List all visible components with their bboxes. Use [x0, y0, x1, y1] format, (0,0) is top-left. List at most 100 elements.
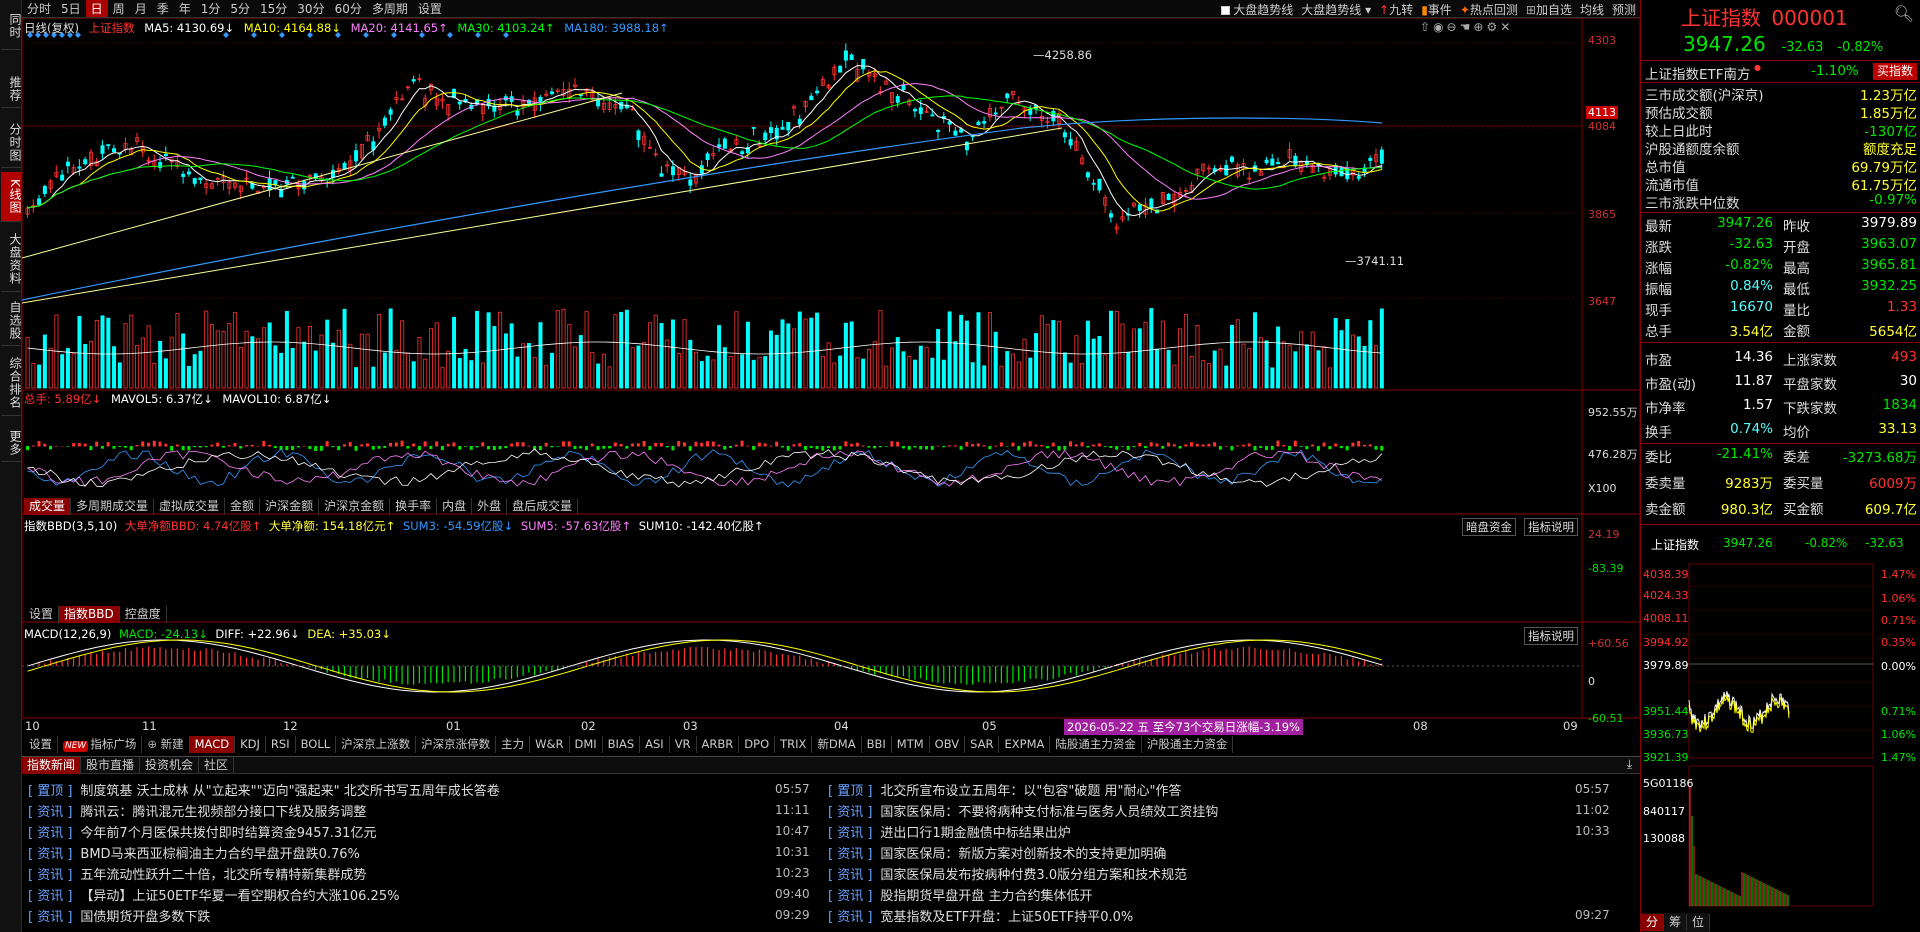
period-3[interactable]: 周 [108, 0, 130, 17]
ind-tab-11[interactable]: DMI [570, 736, 603, 753]
vol-tab-5[interactable]: 沪深京金额 [319, 498, 391, 515]
ind-tab-2[interactable]: ⊕ 新建 [142, 736, 190, 753]
period-4[interactable]: 月 [130, 0, 152, 17]
ind-tab-8[interactable]: 沪深京涨停数 [416, 736, 497, 753]
period-9[interactable]: 15分 [255, 0, 292, 17]
ind-tab-1[interactable]: NEW 指标广场 [58, 736, 143, 753]
up-icon[interactable]: ⇧ [1420, 20, 1433, 34]
news-tab-1[interactable]: 股市直播 [81, 757, 141, 774]
settings-icon[interactable]: ⚙ [1486, 20, 1500, 34]
ind-tab-25[interactable]: 沪股通主力资金 [1142, 736, 1234, 753]
ind-tab-21[interactable]: OBV [930, 736, 966, 753]
news-right-item[interactable]: [ 资讯 ] 股指期货早盘开盘 主力合约集体低开 [828, 884, 1093, 905]
news-left-item[interactable]: [ 资讯 ] 腾讯云：腾讯混元生视频部分接口下线及服务调整 [28, 800, 366, 821]
ma-button[interactable]: 均线 [1580, 1, 1604, 18]
news-right-item[interactable]: [ 资讯 ] 国家医保局发布按病种付费3.0版分组方案和技术规范 [828, 863, 1187, 884]
news-right-item[interactable]: [ 置顶 ] 北交所宣布设立五周年：以"包容"破题 用"耐心"作答 [828, 779, 1181, 800]
vol-tab-1[interactable]: 多周期成交量 [71, 498, 155, 515]
chart-tools[interactable]: ⇧◉⊖☚⊕⚙✕ [1420, 20, 1513, 34]
period-0[interactable]: 分时 [22, 0, 56, 17]
jiuzhuan-button[interactable]: ↑九转 [1379, 1, 1413, 18]
period-7[interactable]: 1分 [196, 0, 226, 17]
news-left-item[interactable]: [ 资讯 ] 国债期货开盘多数下跌 [28, 905, 210, 926]
settings-button[interactable]: 设置 [413, 0, 447, 17]
news-left-item[interactable]: [ 资讯 ] BMD马来西亚棕榈油主力合约早盘开盘跌0.76% [28, 842, 360, 863]
ind-tab-16[interactable]: DPO [739, 736, 776, 753]
left-tab-4[interactable]: 大盘资料 [1, 226, 22, 292]
vol-tab-9[interactable]: 盘后成交量 [507, 498, 579, 515]
left-tab-6[interactable]: 综合排名 [1, 350, 22, 416]
news-tab-0[interactable]: 指数新闻 [22, 757, 82, 774]
ind-tab-7[interactable]: 沪深京上涨数 [336, 736, 417, 753]
news-right-item[interactable]: [ 资讯 ] 国家医保局：不要将病种支付标准与医务人员绩效工资挂钩 [828, 800, 1218, 821]
bbd-tab-0[interactable]: 设置 [24, 606, 60, 623]
mini-tab-2[interactable]: 位 [1687, 914, 1711, 931]
zoom-icon[interactable]: ⊖ [1447, 20, 1460, 34]
event-button[interactable]: ▮事件 [1421, 1, 1452, 18]
ind-tab-20[interactable]: MTM [892, 736, 930, 753]
ind-tab-19[interactable]: BBI [862, 736, 892, 753]
vol-tab-2[interactable]: 虚拟成交量 [154, 498, 226, 515]
ind-tab-12[interactable]: BIAS [603, 736, 641, 753]
news-left-item[interactable]: [ 资讯 ] 今年前7个月医保共拨付即时结算资金9457.31亿元 [28, 821, 376, 842]
period-11[interactable]: 60分 [330, 0, 367, 17]
vol-tab-0[interactable]: 成交量 [24, 498, 72, 515]
left-tab-3[interactable]: K线图 [1, 172, 22, 222]
etf-row[interactable]: 上证指数ETF南方 ● -1.10% 买指数 [1641, 63, 1920, 83]
left-tab-5[interactable]: 自选股 [1, 296, 22, 346]
news-left-item[interactable]: [ 资讯 ] 【异动】上证50ETF华夏一看空期权合约大涨106.25% [28, 884, 399, 905]
period-6[interactable]: 年 [174, 0, 196, 17]
bbd-help-button[interactable]: 指标说明 [1524, 518, 1578, 536]
news-tab-3[interactable]: 社区 [199, 757, 235, 774]
macd-help-button[interactable]: 指标说明 [1524, 627, 1578, 645]
bbd-tab-1[interactable]: 指数BBD [59, 606, 120, 623]
left-tab-2[interactable]: 分时图 [1, 118, 22, 168]
ind-tab-15[interactable]: ARBR [697, 736, 740, 753]
period-1[interactable]: 5日 [56, 0, 86, 17]
ind-tab-17[interactable]: TRIX [775, 736, 813, 753]
hand-icon[interactable]: ☚ [1460, 20, 1474, 34]
dark-fund-button[interactable]: 暗盘资金 [1462, 518, 1516, 536]
download-icon[interactable]: ⤓ [1627, 757, 1632, 772]
backtest-button[interactable]: ✦热点回测 [1460, 1, 1518, 18]
bbd-tab-2[interactable]: 控盘度 [120, 606, 167, 623]
vol-tab-7[interactable]: 内盘 [437, 498, 473, 515]
forecast-button[interactable]: 预测 [1612, 1, 1636, 18]
ind-tab-13[interactable]: ASI [640, 736, 670, 753]
vol-tab-6[interactable]: 换手率 [390, 498, 438, 515]
news-tab-2[interactable]: 投资机会 [140, 757, 200, 774]
news-right-item[interactable]: [ 资讯 ] 进出口行1期金融债中标结果出炉 [828, 821, 1071, 842]
period-8[interactable]: 5分 [225, 0, 255, 17]
zoomin-icon[interactable]: ⊕ [1473, 20, 1486, 34]
ind-tab-24[interactable]: 陆股通主力资金 [1050, 736, 1142, 753]
period-2[interactable]: 日 [85, 0, 108, 17]
close-icon[interactable]: ✕ [1500, 20, 1513, 34]
search-icon[interactable]: 🔍︎ [1894, 4, 1914, 23]
mini-tab-0[interactable]: 分 [1641, 914, 1665, 931]
ind-tab-6[interactable]: BOLL [296, 736, 337, 753]
ind-tab-14[interactable]: VR [670, 736, 697, 753]
period-12[interactable]: 多周期 [367, 0, 413, 17]
add-favorite-button[interactable]: ⊞加自选 [1526, 1, 1572, 18]
kline-chart[interactable] [22, 18, 1640, 756]
trendline-checkbox[interactable]: 大盘趋势线 [1221, 1, 1293, 18]
vol-tab-8[interactable]: 外盘 [472, 498, 508, 515]
buy-index-button[interactable]: 买指数 [1872, 63, 1917, 80]
left-tab-0[interactable]: 同时 [1, 2, 22, 50]
news-right-item[interactable]: [ 资讯 ] 国家医保局：新版方案对创新技术的支持更加明确 [828, 842, 1166, 863]
left-tab-7[interactable]: 更多 [1, 424, 22, 462]
news-left-item[interactable]: [ 置顶 ] 制度筑基 沃土成林 从"立起来""迈向"强起来" 北交所书写五周年成… [28, 779, 500, 800]
eye-icon[interactable]: ◉ [1433, 20, 1446, 34]
ind-tab-23[interactable]: EXPMA [999, 736, 1051, 753]
ind-tab-0[interactable]: 设置 [24, 736, 58, 753]
news-right-item[interactable]: [ 资讯 ] 宽基指数及ETF开盘：上证50ETF持平0.0% [828, 905, 1133, 926]
vol-tab-3[interactable]: 金额 [225, 498, 261, 515]
period-10[interactable]: 30分 [292, 0, 329, 17]
ind-tab-4[interactable]: KDJ [235, 736, 266, 753]
ind-tab-5[interactable]: RSI [266, 736, 296, 753]
left-tab-1[interactable]: 推荐 [1, 70, 22, 108]
ind-tab-18[interactable]: 新DMA [812, 736, 862, 753]
mini-tab-1[interactable]: 筹 [1664, 914, 1688, 931]
vol-tab-4[interactable]: 沪深金额 [260, 498, 320, 515]
ind-tab-3[interactable]: MACD [189, 736, 236, 753]
